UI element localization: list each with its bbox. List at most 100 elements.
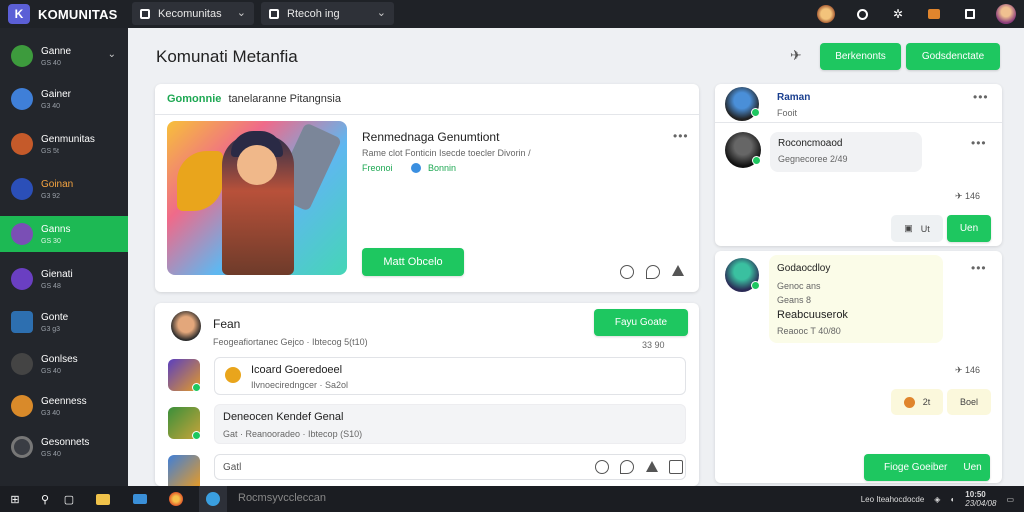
app-icon[interactable] [132, 491, 148, 507]
like-icon[interactable]: ✈ [955, 365, 965, 375]
chat-line-4: Reabcuuserok [777, 309, 848, 321]
chat-user-name: Raman [777, 92, 811, 103]
game-avatar-icon [11, 223, 33, 245]
sidebar-item-1[interactable]: Gainer G3 40 [0, 81, 128, 117]
more-options-icon[interactable]: ••• [673, 129, 689, 143]
notification-icon[interactable]: ▭ [1006, 495, 1014, 504]
clock-icon[interactable] [620, 265, 634, 279]
sidebar-item-9[interactable]: Gesonnets GS 40 [0, 429, 128, 465]
sidebar-item-4[interactable]: Ganns GS 30 [0, 216, 128, 252]
tray-text: Leo Iteahocdocde [860, 494, 925, 504]
thread-author: Fean [213, 317, 241, 331]
chevron-down-icon: ⌄ [376, 7, 386, 19]
sidebar-item-7[interactable]: Gonlses GS 40 [0, 346, 128, 382]
thread-card: Fean Feogeafiortanec Gejco · Ibtecog 5(t… [155, 303, 699, 486]
post-tag-2[interactable]: Bonnin [428, 163, 456, 173]
chat-card-1: Raman Fooit ••• Roconcmoaod Gegnecoree 2… [715, 84, 1002, 246]
search-icon[interactable]: ⚲ [37, 491, 53, 507]
thread-action-button[interactable]: Fayu Goate [594, 309, 688, 336]
app-logo-icon[interactable]: K [8, 4, 30, 24]
sidebar-item-2[interactable]: Genmunitas GS 5t [0, 126, 128, 162]
post-tag[interactable]: Freonoi [362, 163, 393, 173]
community-dropdown[interactable]: Kecomunitas ⌄ [132, 2, 254, 25]
task-view-icon[interactable]: ▢ [61, 491, 77, 507]
sidebar-item-sub: G3 g3 [41, 325, 61, 333]
sidebar-item-sub: G3 92 [41, 192, 61, 200]
chevron-down-icon[interactable]: ⌄ [108, 49, 116, 60]
sidebar-item-6[interactable]: Gonte G3 g3 [0, 304, 128, 340]
header-button-2[interactable]: Godsdenctate [906, 43, 1000, 70]
network-icon[interactable]: ◈ [934, 495, 940, 504]
chat-card-2: Godaocdloy Genoc ans Geans 8 Reabcuusero… [715, 251, 1002, 483]
like-icon[interactable]: ✈ [955, 191, 965, 201]
folder-icon[interactable] [95, 491, 111, 507]
edit-icon[interactable] [646, 461, 658, 472]
community-dropdown-label: Kecomunitas [158, 7, 222, 20]
chat-reply-button[interactable]: Boel [947, 389, 991, 415]
reply-item-2[interactable]: Deneocen Kendef Genal Gat · Reanooradeo … [214, 404, 686, 444]
sidebar-item-name: Goinan [41, 178, 74, 190]
like-count: ✈ 146 [955, 365, 980, 376]
thread-count: 33 90 [642, 340, 665, 350]
top-bar: K KOMUNITAS Kecomunitas ⌄ Rtecoh ing ⌄ ✲ [0, 0, 1024, 28]
sidebar-item-sub: GS 5t [41, 147, 59, 155]
game-avatar-icon [11, 395, 33, 417]
reaction-chip-label: 2t [922, 397, 931, 407]
reaction-chip[interactable]: ▣ Ut [891, 215, 943, 242]
card-header-text: tanelaranne Pitangnsia [228, 93, 341, 105]
hero-image[interactable] [167, 121, 347, 275]
bottom-action-button[interactable]: Fioge Goeiber Uen [864, 454, 990, 481]
app-brand: KOMUNITAS [38, 6, 118, 22]
sidebar-item-sub: GS 30 [41, 237, 61, 245]
user-avatar[interactable] [996, 4, 1016, 24]
settings-icon[interactable]: ✲ [888, 4, 908, 24]
active-app-icon[interactable] [199, 486, 227, 512]
current-user-avatar[interactable] [168, 455, 200, 486]
sidebar-item-sub: GS 40 [41, 450, 61, 458]
more-options-icon[interactable]: ••• [971, 136, 987, 150]
game-avatar-icon [11, 353, 33, 375]
comment-icon[interactable] [646, 265, 660, 279]
more-options-icon[interactable]: ••• [971, 261, 987, 275]
windows-start-icon[interactable]: ⊞ [7, 491, 23, 507]
featured-post-card: Gomonnie tanelaranne Pitangnsia Renmedna… [155, 84, 699, 292]
comment-icon[interactable] [620, 460, 634, 474]
online-status-icon [752, 156, 761, 165]
sidebar-item-name: Gonte [41, 311, 69, 323]
profile-small-icon[interactable] [816, 4, 836, 24]
taskbar: ⊞ ⚲ ▢ Rocmsyvccleccan Leo Iteahocdocde ◈… [0, 486, 1024, 512]
clock[interactable]: 10:50 23/04/08 [965, 490, 996, 508]
browser-icon[interactable] [168, 491, 184, 507]
chat-reply-button[interactable]: Uen [947, 215, 991, 242]
expand-icon[interactable] [669, 460, 683, 474]
verified-icon [411, 163, 421, 173]
header-button-1[interactable]: Berkenonts [820, 43, 901, 70]
game-icon[interactable] [924, 4, 944, 24]
sidebar-item-5[interactable]: Gienati GS 48 [0, 261, 128, 297]
reaction-chip[interactable]: 2t [891, 389, 943, 415]
sidebar-item-0[interactable]: Ganne GS 40 ⌄ [0, 38, 128, 74]
volume-icon[interactable]: ◐ [950, 495, 955, 504]
share-icon[interactable] [672, 265, 684, 276]
chat-message-bubble: Godaocdloy Genoc ans Geans 8 Reabcuusero… [769, 255, 943, 343]
divider [715, 122, 1002, 123]
taskbar-search-input[interactable]: Rocmsyvccleccan [238, 492, 326, 504]
cta-button[interactable]: Matt Obcelo [362, 248, 464, 276]
filter-dropdown[interactable]: Rtecoh ing ⌄ [261, 2, 394, 25]
more-options-icon[interactable]: ••• [973, 90, 989, 104]
sidebar-item-8[interactable]: Geenness G3 40 [0, 388, 128, 424]
reward-icon [225, 367, 241, 383]
author-avatar[interactable] [171, 311, 201, 341]
comment-input[interactable]: Gatl [214, 454, 686, 480]
circle-icon[interactable] [852, 4, 872, 24]
square-icon [140, 8, 150, 19]
sidebar-item-3[interactable]: Goinan G3 92 [0, 171, 128, 207]
reply-meta: Gat · Reanooradeo · Ibtecop (S10) [223, 429, 363, 439]
game-avatar-icon [11, 311, 33, 333]
online-status-icon [192, 383, 201, 392]
pin-icon[interactable]: ✈ [790, 47, 802, 64]
reply-item-1[interactable]: Icoard Goeredoeel Ilvnoeciredngcer · Sa2… [214, 357, 686, 395]
clock-icon[interactable] [595, 460, 609, 474]
chat-message-bubble: Roconcmoaod Gegnecoree 2/49 [770, 132, 922, 172]
window-icon[interactable] [960, 4, 980, 24]
